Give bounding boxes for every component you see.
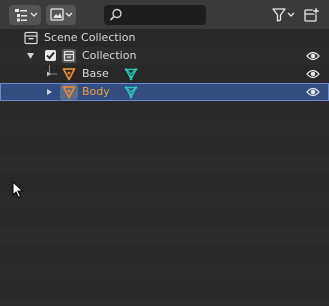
checkmark-icon — [46, 51, 55, 60]
mesh-data-icon[interactable] — [124, 85, 138, 99]
object-label-base: Base — [82, 67, 109, 80]
expand-arrow-icon[interactable] — [46, 88, 54, 96]
object-label-body: Body — [82, 85, 110, 98]
visibility-eye-icon[interactable] — [306, 86, 320, 98]
visibility-eye-icon[interactable] — [306, 68, 320, 80]
outliner-tree: Scene Collection Collection Base Body — [0, 29, 329, 306]
new-collection-icon — [304, 7, 320, 22]
filter-dropdown[interactable] — [46, 5, 76, 25]
mesh-data-icon[interactable] — [124, 67, 138, 81]
empty-row — [0, 263, 329, 281]
object-row-body[interactable]: Body — [0, 83, 329, 101]
empty-row — [0, 191, 329, 209]
search-input[interactable] — [126, 7, 202, 23]
empty-row — [0, 281, 329, 299]
scene-collection-row[interactable]: Scene Collection — [0, 29, 329, 47]
empty-row — [0, 227, 329, 245]
empty-row — [0, 137, 329, 155]
empty-row — [0, 245, 329, 263]
mesh-object-icon — [62, 86, 76, 99]
outliner-view-layer-icon — [15, 9, 37, 22]
new-collection-button[interactable] — [302, 5, 322, 25]
mesh-object-icon — [62, 68, 76, 81]
visibility-eye-icon[interactable] — [306, 50, 320, 62]
search-icon — [109, 8, 122, 21]
tree-connector-icon — [47, 65, 57, 77]
expand-arrow-icon[interactable] — [26, 52, 35, 60]
scene-collection-label: Scene Collection — [44, 31, 136, 44]
empty-row — [0, 101, 329, 119]
funnel-icon — [272, 8, 295, 22]
display-mode-dropdown[interactable] — [9, 5, 41, 25]
collection-icon — [62, 49, 76, 63]
mouse-cursor-icon — [12, 181, 24, 199]
collection-label: Collection — [82, 49, 137, 62]
empty-row — [0, 209, 329, 227]
filter-popover-button[interactable] — [270, 5, 298, 25]
empty-row — [0, 173, 329, 191]
search-field[interactable] — [104, 5, 206, 25]
collection-row[interactable]: Collection — [0, 47, 329, 65]
scene-collection-icon — [24, 31, 38, 45]
collection-exclude-checkbox[interactable] — [45, 50, 56, 61]
outliner-header — [0, 0, 329, 30]
empty-row — [0, 119, 329, 137]
object-row-base[interactable]: Base — [0, 65, 329, 83]
image-filter-icon — [50, 8, 73, 21]
empty-row — [0, 155, 329, 173]
empty-row — [0, 299, 329, 306]
